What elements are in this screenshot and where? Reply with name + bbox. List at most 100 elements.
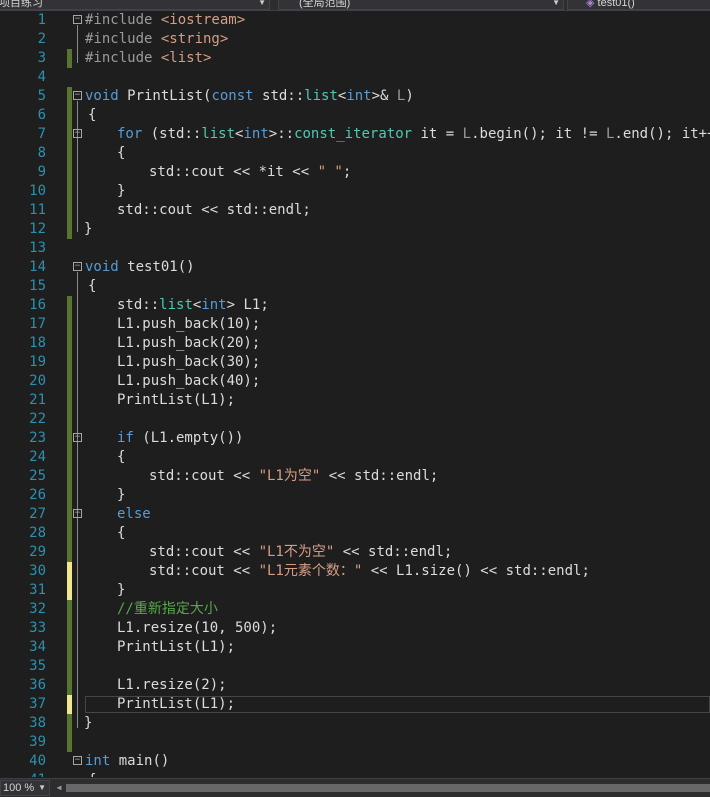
line-number: 16 (29, 297, 46, 313)
scrollbar-thumb[interactable] (66, 784, 710, 792)
code-line: { (88, 771, 96, 777)
collapse-icon[interactable]: − (73, 15, 82, 24)
line-number: 20 (29, 373, 46, 389)
line-number: 6 (37, 107, 46, 123)
line-number: 14 (29, 259, 46, 275)
code-line: std::cout << std::endl; (117, 202, 311, 218)
code-line: else (117, 506, 151, 522)
code-line: #include <iostream> (85, 12, 246, 28)
line-number: 1 (37, 12, 46, 28)
code-line: PrintList(L1); (117, 639, 236, 655)
line-number: 4 (37, 69, 46, 85)
scope-dropdown-label: (全局范围) (299, 0, 351, 9)
code-line: { (117, 525, 126, 541)
code-line: L1.push_back(10); (117, 316, 261, 332)
member-dropdown-label: test01() (597, 0, 635, 9)
code-line: PrintList(L1); (117, 392, 236, 408)
editor-status-bar: 100 % ▼ ◀ (0, 778, 710, 797)
line-number: 37 (29, 696, 46, 712)
code-line: for (std::list<int>::const_iterator it =… (117, 126, 710, 142)
horizontal-scrollbar[interactable]: ◀ (54, 782, 710, 794)
collapse-icon[interactable]: − (73, 129, 82, 138)
code-line: } (117, 582, 126, 598)
line-number: 15 (29, 278, 46, 294)
chevron-down-icon: ▼ (552, 0, 560, 7)
line-number: 30 (29, 563, 46, 579)
line-number: 3 (37, 50, 46, 66)
line-number: 31 (29, 582, 46, 598)
code-line: L1.push_back(30); (117, 354, 261, 370)
code-line: std::cout << "L1为空" << std::endl; (149, 468, 439, 484)
line-number: 29 (29, 544, 46, 560)
change-marker (67, 600, 72, 695)
line-number: 26 (29, 487, 46, 503)
code-line: { (117, 145, 126, 161)
code-line: } (117, 487, 126, 503)
change-marker (67, 49, 72, 68)
line-number: 19 (29, 354, 46, 370)
chevron-down-icon: ▼ (38, 783, 46, 792)
line-number: 9 (37, 164, 46, 180)
code-line: #include <string> (85, 31, 229, 47)
collapse-icon[interactable]: − (73, 433, 82, 442)
change-marker (67, 296, 72, 562)
code-editor[interactable]: 1 2 3 4 5 6 7 8 9 10 11 12 13 14 15 16 1… (0, 11, 710, 777)
code-line: { (88, 107, 97, 123)
zoom-dropdown[interactable]: 100 % ▼ (0, 780, 50, 796)
code-line: std::cout << "L1元素个数：" << L1.size() << s… (149, 563, 590, 579)
editor-navigation-bar: 项目练习 ▼ (全局范围) ▼ ◈ test01() (0, 0, 710, 11)
code-line: if (L1.empty()) (117, 430, 244, 446)
line-number: 5 (37, 88, 46, 104)
line-number: 11 (29, 202, 46, 218)
chevron-down-icon: ▼ (258, 0, 266, 7)
line-number: 21 (29, 392, 46, 408)
collapse-icon[interactable]: − (73, 91, 82, 100)
line-number: 38 (29, 715, 46, 731)
line-number: 39 (29, 734, 46, 750)
change-marker-unsaved (67, 695, 72, 714)
line-number: 12 (29, 221, 46, 237)
line-number: 8 (37, 145, 46, 161)
line-number: 17 (29, 316, 46, 332)
code-line: } (84, 221, 93, 237)
line-number: 41 (0, 771, 46, 777)
line-number: 23 (29, 430, 46, 446)
collapse-icon[interactable]: − (73, 509, 82, 518)
collapse-icon[interactable]: − (73, 756, 82, 765)
line-number: 32 (29, 601, 46, 617)
line-number: 25 (29, 468, 46, 484)
code-line: L1.push_back(40); (117, 373, 261, 389)
line-number: 2 (37, 31, 46, 47)
line-number: 22 (29, 411, 46, 427)
line-number: 34 (29, 639, 46, 655)
code-line: { (117, 449, 126, 465)
member-dropdown[interactable]: ◈ test01() (567, 0, 710, 10)
collapse-icon[interactable]: − (73, 262, 82, 271)
line-number: 27 (29, 506, 46, 522)
scroll-left-icon[interactable]: ◀ (54, 782, 64, 794)
code-line: { (88, 278, 97, 294)
line-number: 36 (29, 677, 46, 693)
code-line: std::cout << "L1不为空" << std::endl; (149, 544, 453, 560)
line-number: 40 (29, 753, 46, 769)
line-number: 7 (37, 126, 46, 142)
code-line: } (117, 183, 126, 199)
change-marker-unsaved (67, 562, 72, 600)
project-dropdown-label: 项目练习 (0, 0, 43, 9)
line-number: 33 (29, 620, 46, 636)
outline-guide (77, 101, 78, 232)
outline-guide (77, 25, 78, 63)
project-dropdown[interactable]: 项目练习 ▼ (0, 0, 270, 10)
code-line: std::cout << *it << " "; (149, 164, 352, 180)
code-line: L1.resize(2); (117, 677, 227, 693)
line-number: 10 (29, 183, 46, 199)
code-line: std::list<int> L1; (117, 297, 269, 313)
scope-dropdown[interactable]: (全局范围) ▼ (278, 0, 564, 10)
line-number: 35 (29, 658, 46, 674)
line-number: 24 (29, 449, 46, 465)
code-line: L1.push_back(20); (117, 335, 261, 351)
code-line: PrintList(L1); (117, 696, 236, 712)
change-marker (67, 714, 72, 752)
line-number: 28 (29, 525, 46, 541)
line-number: 13 (29, 240, 46, 256)
